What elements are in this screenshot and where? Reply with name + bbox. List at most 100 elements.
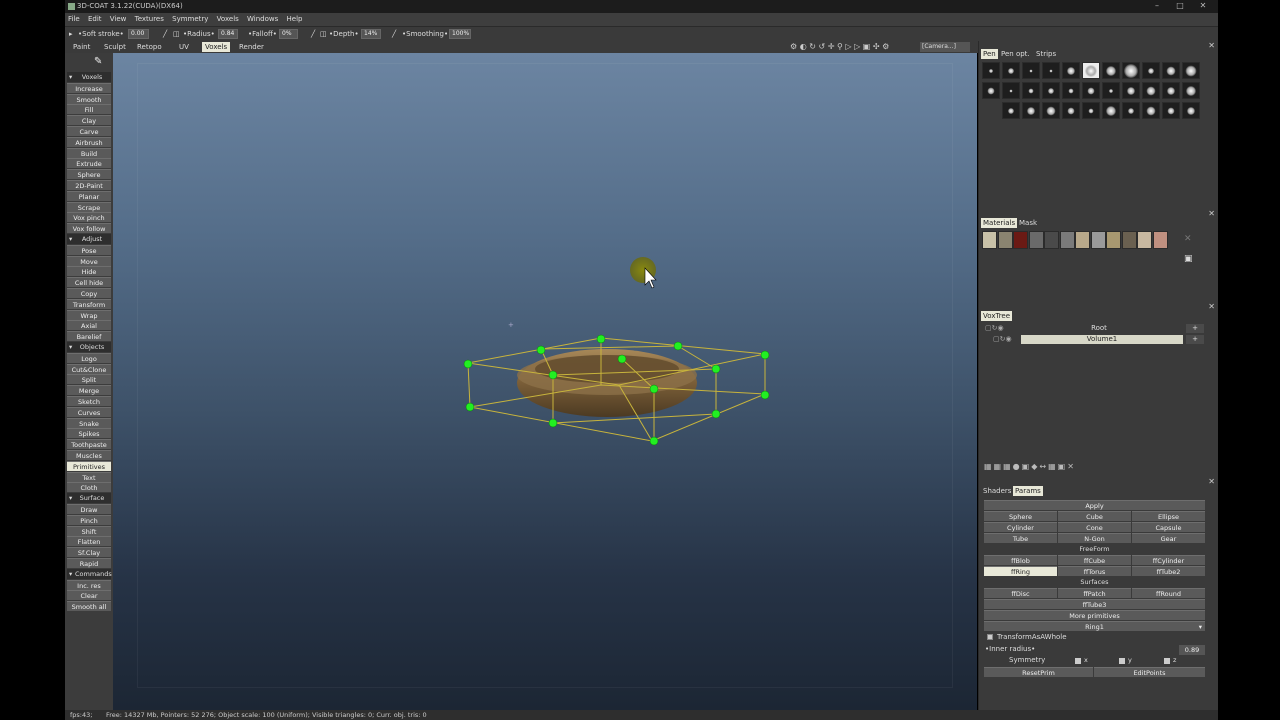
tool-fill-button[interactable]: Fill	[67, 104, 111, 115]
tool-text-button[interactable]: Text	[67, 471, 111, 482]
menu-edit[interactable]: Edit	[85, 13, 105, 25]
tool-sf-clay-button[interactable]: Sf.Clay	[67, 547, 111, 558]
material-swatch[interactable]	[1106, 231, 1121, 249]
ffdisc-button[interactable]: ffDisc	[984, 588, 1057, 598]
falloff-value[interactable]: 0%	[279, 29, 298, 39]
tool-clay-button[interactable]: Clay	[67, 115, 111, 126]
ffcylinder-button[interactable]: ffCylinder	[1132, 555, 1205, 565]
tool-shift-button[interactable]: Shift	[67, 525, 111, 536]
tool-scrape-button[interactable]: Scrape	[67, 201, 111, 212]
edit-points-button[interactable]: EditPoints	[1094, 667, 1205, 677]
fftube2-button[interactable]: ffTube2	[1132, 566, 1205, 576]
brush-alpha-thumb[interactable]	[1142, 82, 1160, 99]
remove-icon[interactable]: ✕	[1184, 234, 1192, 244]
brush-alpha-thumb[interactable]	[1182, 102, 1200, 119]
tool-vox-pinch-button[interactable]: Vox pinch	[67, 212, 111, 223]
tool-transform-button[interactable]: Transform	[67, 298, 111, 309]
menu-textures[interactable]: Textures	[132, 13, 167, 25]
tab-materials[interactable]: Materials	[981, 218, 1018, 228]
menu-view[interactable]: View	[107, 13, 130, 25]
brush-alpha-thumb[interactable]	[1082, 82, 1100, 99]
menu-symmetry[interactable]: Symmetry	[169, 13, 211, 25]
sym-y-checkbox[interactable]	[1119, 658, 1125, 664]
material-swatch[interactable]	[1013, 231, 1028, 249]
tool-spikes-button[interactable]: Spikes	[67, 428, 111, 439]
tool-cloth-button[interactable]: Cloth	[67, 482, 111, 493]
tool-carve-button[interactable]: Carve	[67, 126, 111, 136]
lock-icon[interactable]: ◫	[173, 29, 180, 39]
primitive-dropdown[interactable]: Ring1 ▾	[984, 621, 1205, 631]
tool-smooth-button[interactable]: Smooth	[67, 93, 111, 104]
more-primitives-button[interactable]: More primitives	[984, 610, 1205, 620]
brush-alpha-thumb[interactable]	[1162, 82, 1180, 99]
tool-vox-follow-button[interactable]: Vox follow	[67, 223, 111, 234]
brush-alpha-thumb[interactable]	[1002, 102, 1020, 119]
tool-curves-button[interactable]: Curves	[67, 406, 111, 417]
material-swatch[interactable]	[1028, 231, 1044, 249]
tool-inc-res-button[interactable]: Inc. res	[67, 579, 111, 590]
gear-button[interactable]: Gear	[1132, 533, 1205, 543]
add-volume-button[interactable]: +	[1186, 335, 1204, 344]
tool-barelief-button[interactable]: Barelief	[67, 331, 111, 342]
brush-alpha-thumb[interactable]	[1022, 62, 1040, 79]
section-surface[interactable]: ▾ Surface	[67, 493, 111, 504]
control-point[interactable]	[548, 370, 558, 380]
brush-alpha-thumb[interactable]	[1122, 62, 1140, 79]
add-material-icon[interactable]: ▣	[1184, 254, 1193, 264]
tab-render[interactable]: Render	[236, 42, 267, 52]
transform-whole-checkbox[interactable]	[987, 634, 993, 640]
tool-2d-paint-button[interactable]: 2D-Paint	[67, 180, 111, 190]
control-point[interactable]	[548, 418, 558, 428]
brush-alpha-thumb[interactable]	[1082, 62, 1100, 79]
tab-strips[interactable]: Strips	[1034, 49, 1058, 59]
tool-axial-button[interactable]: Axial	[67, 320, 111, 331]
tool-merge-button[interactable]: Merge	[67, 385, 111, 396]
control-point[interactable]	[760, 390, 770, 400]
tool-copy-button[interactable]: Copy	[67, 288, 111, 298]
tool-clear-button[interactable]: Clear	[67, 590, 111, 601]
ffcube-button[interactable]: ffCube	[1058, 555, 1131, 565]
tool-increase-button[interactable]: Increase	[67, 82, 111, 93]
tab-paint[interactable]: Paint	[70, 42, 93, 52]
brush-alpha-thumb[interactable]	[982, 62, 1000, 79]
tool-smooth-all-button[interactable]: Smooth all	[67, 601, 111, 612]
brush-alpha-thumb[interactable]	[1062, 62, 1080, 79]
material-swatch[interactable]	[982, 231, 997, 249]
tab-sculpt[interactable]: Sculpt	[101, 42, 129, 52]
brush-alpha-thumb[interactable]	[1042, 62, 1060, 79]
material-swatch[interactable]	[1121, 231, 1137, 249]
cone-button[interactable]: Cone	[1058, 522, 1131, 532]
capsule-button[interactable]: Capsule	[1132, 522, 1205, 532]
control-point[interactable]	[649, 384, 659, 394]
brush-alpha-thumb[interactable]	[1002, 62, 1020, 79]
material-swatch[interactable]	[1075, 231, 1090, 249]
cylinder-button[interactable]: Cylinder	[984, 522, 1057, 532]
tool-hide-button[interactable]: Hide	[67, 266, 111, 277]
tool-planar-button[interactable]: Planar	[67, 190, 111, 201]
tool-cut-clone-button[interactable]: Cut&Clone	[67, 363, 111, 374]
section-objects[interactable]: ▾ Objects	[67, 342, 111, 352]
brush-icon[interactable]: ✎	[94, 56, 108, 68]
tool-muscles-button[interactable]: Muscles	[67, 450, 111, 460]
brush-mode-icon[interactable]: ▸	[69, 29, 73, 39]
brush-alpha-thumb[interactable]	[1062, 82, 1080, 99]
close-icon[interactable]: ✕	[1208, 477, 1215, 486]
ffpatch-button[interactable]: ffPatch	[1058, 588, 1131, 598]
smoothing-value[interactable]: 100%	[449, 29, 471, 39]
lock-icon[interactable]: ◫	[320, 29, 327, 39]
tab-shaders[interactable]: Shaders	[981, 486, 1013, 496]
soft-stroke-value[interactable]: 0.00	[128, 29, 149, 39]
tab-mask[interactable]: Mask	[1017, 218, 1039, 228]
tab-voxtree[interactable]: VoxTree	[981, 311, 1013, 321]
brush-alpha-thumb[interactable]	[1182, 82, 1200, 99]
tool-draw-button[interactable]: Draw	[67, 504, 111, 514]
section-commands[interactable]: ▾ Commands	[67, 568, 112, 579]
voxtree-volume1[interactable]: Volume1	[1021, 335, 1183, 344]
control-point[interactable]	[536, 345, 546, 355]
brush-alpha-thumb[interactable]	[1042, 82, 1060, 99]
brush-alpha-thumb[interactable]	[982, 82, 1000, 99]
brush-alpha-thumb[interactable]	[1102, 102, 1120, 119]
control-point[interactable]	[711, 364, 721, 374]
tool-move-button[interactable]: Move	[67, 255, 111, 266]
tool-logo-button[interactable]: Logo	[67, 352, 111, 363]
